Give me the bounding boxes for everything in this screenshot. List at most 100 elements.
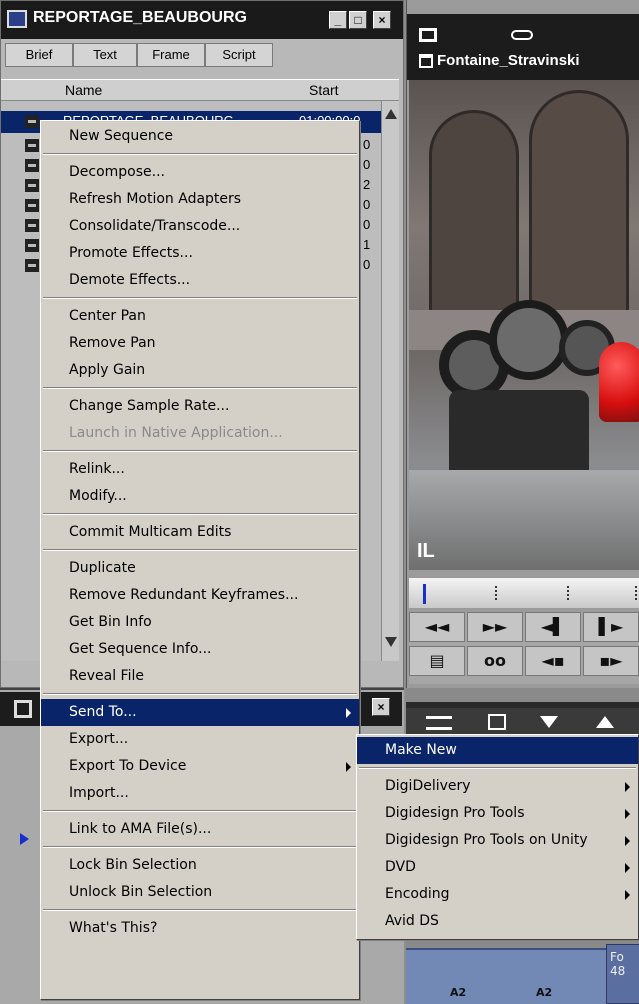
menu-item-relink[interactable]: Relink... [41, 456, 359, 483]
second-close-button[interactable]: × [372, 698, 390, 716]
menu-item-apply-gain[interactable]: Apply Gain [41, 357, 359, 384]
position-indicator[interactable] [423, 584, 426, 604]
menu-item-duplicate[interactable]: Duplicate [41, 555, 359, 582]
menu-item-label: Send To... [69, 704, 137, 720]
sequence-icon [25, 219, 39, 232]
scroll-left-icon[interactable] [20, 833, 29, 845]
sequence-icon [25, 139, 39, 152]
menu-item-label: Launch in Native Application... [69, 425, 283, 441]
menu-item-what-s-this[interactable]: What's This? [41, 915, 359, 942]
menu-item-lock-bin-selection[interactable]: Lock Bin Selection [41, 852, 359, 879]
menu-item-remove-pan[interactable]: Remove Pan [41, 330, 359, 357]
menu-item-label: Link to AMA File(s)... [69, 821, 212, 837]
clip-fragment-label: Fo 48 [610, 950, 626, 978]
column-start[interactable]: Start [309, 82, 339, 98]
rewind-icon[interactable]: ◄◄ [409, 612, 465, 642]
menu-separator [359, 767, 636, 769]
menu-item-get-sequence-info[interactable]: Get Sequence Info... [41, 636, 359, 663]
link-icon[interactable]: oo [467, 646, 523, 676]
menu-item-label: Promote Effects... [69, 245, 193, 261]
settings-icon[interactable] [426, 716, 452, 730]
submenu-item-make-new[interactable]: Make New [357, 737, 638, 764]
row-start: 0 [363, 157, 371, 172]
video-frame[interactable]: IL [409, 80, 639, 570]
step-back-icon[interactable]: ◄▌ [525, 612, 581, 642]
menu-item-consolidate-transcode[interactable]: Consolidate/Transcode... [41, 213, 359, 240]
menu-item-change-sample-rate[interactable]: Change Sample Rate... [41, 393, 359, 420]
scroll-up-icon[interactable] [385, 109, 397, 119]
menu-item-remove-redundant-keyframes[interactable]: Remove Redundant Keyframes... [41, 582, 359, 609]
menu-item-export[interactable]: Export... [41, 726, 359, 753]
column-name[interactable]: Name [65, 82, 102, 98]
submenu-item-label: Digidesign Pro Tools [385, 805, 525, 821]
mark-in-icon[interactable]: ◄▪ [525, 646, 581, 676]
bin-title-bar[interactable]: REPORTAGE_BEAUBOURG _ □ × [1, 1, 403, 39]
menu-separator [43, 513, 357, 515]
menu-item-reveal-file[interactable]: Reveal File [41, 663, 359, 690]
menu-item-label: Commit Multicam Edits [69, 524, 232, 540]
scroll-down-icon[interactable] [385, 637, 397, 647]
menu-item-label: Center Pan [69, 308, 146, 324]
menu-item-refresh-motion-adapters[interactable]: Refresh Motion Adapters [41, 186, 359, 213]
submenu-arrow-icon [625, 863, 630, 873]
menu-item-export-to-device[interactable]: Export To Device [41, 753, 359, 780]
list-icon[interactable]: ▤ [409, 646, 465, 676]
tab-text[interactable]: Text [73, 43, 137, 67]
menu-item-new-sequence[interactable]: New Sequence [41, 123, 359, 150]
close-button[interactable]: × [373, 11, 391, 29]
screen: REPORTAGE_BEAUBOURG _ □ × Brief Text Frame… [0, 0, 639, 1004]
sequence-icon [25, 179, 39, 192]
menu-item-center-pan[interactable]: Center Pan [41, 303, 359, 330]
menu-item-label: Reveal File [69, 668, 144, 684]
submenu-arrow-icon [625, 836, 630, 846]
submenu-item-label: Make New [385, 742, 457, 758]
tab-brief[interactable]: Brief [5, 43, 73, 67]
submenu-item-digidesign-pro-tools[interactable]: Digidesign Pro Tools [357, 800, 638, 827]
submenu-item-avid-ds[interactable]: Avid DS [357, 908, 638, 935]
submenu-item-label: DVD [385, 859, 416, 875]
menu-separator [43, 450, 357, 452]
bin-icon [14, 700, 32, 718]
submenu-item-dvd[interactable]: DVD [357, 854, 638, 881]
row-start: 0 [363, 137, 371, 152]
send-to-submenu: Make New DigiDelivery Digidesign Pro Tools… [356, 734, 639, 940]
row-start: 0 [363, 197, 371, 212]
tab-frame[interactable]: Frame [137, 43, 205, 67]
transport-controls: ◄◄ ►► ◄▌ ▌► ▤ oo ◄▪ ▪► [409, 612, 639, 684]
mark-out-icon[interactable]: ▪► [583, 646, 639, 676]
position-bar[interactable] [409, 578, 639, 608]
menu-item-link-to-ama-file-s[interactable]: Link to AMA File(s)... [41, 816, 359, 843]
menu-item-unlock-bin-selection[interactable]: Unlock Bin Selection [41, 879, 359, 906]
down-arrow-icon[interactable] [540, 716, 558, 728]
fast-forward-icon[interactable]: ►► [467, 612, 523, 642]
tab-script[interactable]: Script [205, 43, 273, 67]
menu-item-send-to[interactable]: Send To... [41, 699, 359, 726]
menu-item-label: New Sequence [69, 128, 174, 144]
minimize-button[interactable]: _ [329, 11, 347, 29]
submenu-item-digidesign-pro-tools-on-unity[interactable]: Digidesign Pro Tools on Unity [357, 827, 638, 854]
submenu-item-label: Digidesign Pro Tools on Unity [385, 832, 588, 848]
step-forward-icon[interactable]: ▌► [583, 612, 639, 642]
menu-separator [43, 387, 357, 389]
menu-item-label: What's This? [69, 920, 158, 936]
menu-item-label: Get Sequence Info... [69, 641, 212, 657]
link-icon[interactable] [511, 30, 533, 40]
menu-item-demote-effects[interactable]: Demote Effects... [41, 267, 359, 294]
clip-icon [419, 54, 433, 68]
menu-item-get-bin-info[interactable]: Get Bin Info [41, 609, 359, 636]
scrollbar[interactable] [381, 101, 399, 661]
menu-item-decompose[interactable]: Decompose... [41, 159, 359, 186]
maximize-button[interactable]: □ [349, 11, 367, 29]
up-arrow-icon[interactable] [596, 716, 614, 728]
submenu-item-encoding[interactable]: Encoding [357, 881, 638, 908]
bin-title: REPORTAGE_BEAUBOURG [33, 9, 247, 26]
submenu-item-digidelivery[interactable]: DigiDelivery [357, 773, 638, 800]
menu-item-promote-effects[interactable]: Promote Effects... [41, 240, 359, 267]
timeline-tracks[interactable]: A2 A2 Fo 48 [406, 944, 639, 1004]
menu-item-commit-multicam-edits[interactable]: Commit Multicam Edits [41, 519, 359, 546]
menu-item-import[interactable]: Import... [41, 780, 359, 807]
menu-item-label: Change Sample Rate... [69, 398, 230, 414]
menu-item-label: Remove Redundant Keyframes... [69, 587, 299, 603]
menu-item-modify[interactable]: Modify... [41, 483, 359, 510]
panel-icon[interactable] [488, 714, 506, 730]
